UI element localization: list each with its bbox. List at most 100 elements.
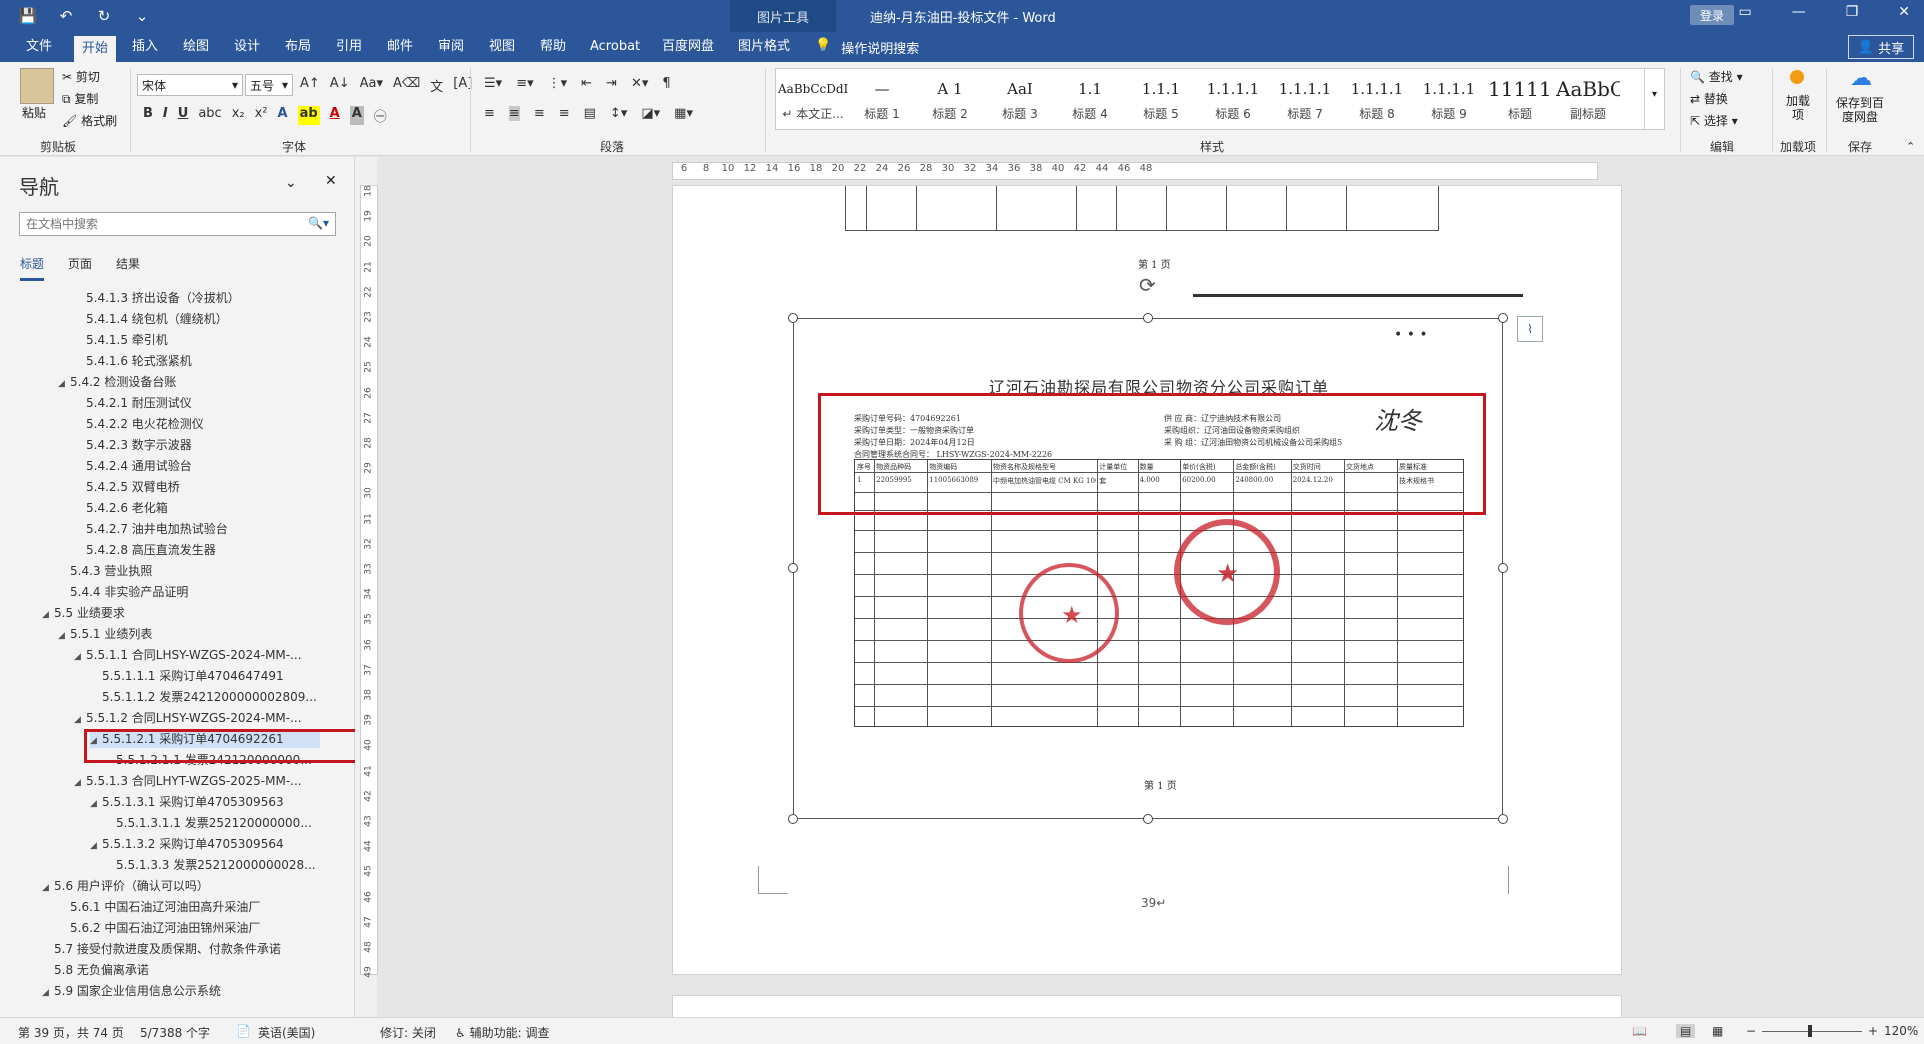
- nav-heading-item[interactable]: ◢ 5.5.1.1 合同LHSY-WZGS-2024-MM-...: [74, 646, 302, 664]
- nav-heading-item[interactable]: 5.8 无负偏离承诺: [42, 961, 149, 979]
- nav-heading-item[interactable]: 5.4.2.1 耐压测试仪: [74, 394, 192, 412]
- nav-heading-item[interactable]: 5.7 接受付款进度及质保期、付款条件承诺: [42, 940, 281, 958]
- expand-triangle-icon[interactable]: ◢: [58, 375, 70, 393]
- decrease-indent-icon[interactable]: ⇤: [581, 76, 592, 91]
- resize-handle[interactable]: [1143, 313, 1153, 323]
- doc-scrollbar[interactable]: [1896, 164, 1916, 1014]
- addins-icon[interactable]: [1790, 70, 1804, 84]
- nav-heading-item[interactable]: ◢ 5.9 国家企业信用信息公示系统: [42, 982, 221, 1000]
- share-button[interactable]: 👤 共享: [1848, 35, 1914, 59]
- track-changes-status[interactable]: 修订: 关闭: [380, 1024, 436, 1041]
- tab-review[interactable]: 审阅: [430, 38, 472, 62]
- search-icon[interactable]: 🔍▾: [308, 216, 329, 230]
- nav-options-icon[interactable]: ⌄: [285, 175, 297, 191]
- language[interactable]: 英语(美国): [258, 1024, 315, 1041]
- style-heading-4[interactable]: 1.1 标题 4: [1058, 73, 1122, 127]
- nav-heading-item[interactable]: 5.5.1.1.1 采购订单4704647491: [90, 667, 284, 685]
- tab-file[interactable]: 文件: [18, 38, 60, 62]
- nav-heading-item[interactable]: 5.4.2.6 老化箱: [74, 499, 168, 517]
- style-heading-2[interactable]: A 1 标题 2: [918, 73, 982, 127]
- save-icon[interactable]: 💾: [18, 6, 38, 26]
- zoom-out-icon[interactable]: −: [1746, 1024, 1756, 1038]
- tab-mailings[interactable]: 邮件: [379, 38, 421, 62]
- nav-heading-item[interactable]: 5.4.2.7 油井电加热试验台: [74, 520, 228, 538]
- minimize-icon[interactable]: —: [1792, 4, 1806, 20]
- style-heading-3[interactable]: AaI 标题 3: [988, 73, 1052, 127]
- expand-triangle-icon[interactable]: ◢: [74, 711, 86, 729]
- font-color-icon[interactable]: A: [330, 106, 340, 125]
- tab-help[interactable]: 帮助: [532, 38, 574, 62]
- nav-tab-results[interactable]: 结果: [116, 255, 140, 281]
- nav-heading-item[interactable]: 5.4.1.4 绕包机（缠绕机）: [74, 310, 228, 328]
- expand-triangle-icon[interactable]: ◢: [42, 606, 54, 624]
- nav-heading-item[interactable]: 5.4.1.5 牵引机: [74, 331, 168, 349]
- restore-icon[interactable]: ❐: [1846, 4, 1859, 20]
- expand-triangle-icon[interactable]: ◢: [42, 984, 54, 1002]
- nav-tab-headings[interactable]: 标题: [20, 255, 45, 281]
- nav-search-input[interactable]: [19, 212, 336, 236]
- nav-heading-item[interactable]: 5.4.1.3 挤出设备（冷拔机）: [74, 289, 240, 307]
- zoom-slider-thumb[interactable]: [1808, 1025, 1812, 1037]
- bullets-icon[interactable]: ☰▾: [484, 76, 502, 91]
- read-mode-icon[interactable]: 📖: [1632, 1024, 1647, 1038]
- style-heading-8[interactable]: 1.1.1.1 标题 8: [1344, 73, 1410, 127]
- tab-view[interactable]: 视图: [481, 38, 523, 62]
- format-painter-button[interactable]: 🖌 格式刷: [62, 112, 117, 129]
- tab-picture-format[interactable]: 图片格式: [730, 38, 798, 62]
- nav-heading-item[interactable]: ◢ 5.5.1.3.2 采购订单4705309564: [90, 835, 284, 853]
- addins-button[interactable]: 加载项: [1786, 94, 1810, 122]
- tab-design[interactable]: 设计: [226, 38, 268, 62]
- expand-triangle-icon[interactable]: ◢: [58, 627, 70, 645]
- tab-insert[interactable]: 插入: [124, 38, 166, 62]
- save-baidu-button[interactable]: 保存到百度网盘: [1836, 96, 1884, 124]
- document-page[interactable]: 第 1 页 ⟳ 辽河石油勘探局有限公司物资分公司采购订单 采购订单号码：4704…: [672, 185, 1622, 975]
- nav-heading-item[interactable]: ◢ 5.5.1.2 合同LHSY-WZGS-2024-MM-...: [74, 709, 302, 727]
- expand-triangle-icon[interactable]: ◢: [90, 795, 102, 813]
- shading-icon[interactable]: ◪▾: [641, 106, 660, 121]
- distributed-icon[interactable]: ▤: [584, 106, 596, 121]
- redo-icon[interactable]: ↻: [94, 6, 114, 26]
- increase-indent-icon[interactable]: ⇥: [606, 76, 617, 91]
- nav-heading-item[interactable]: 5.4.1.6 轮式涨紧机: [74, 352, 192, 370]
- close-icon[interactable]: ✕: [1898, 4, 1910, 20]
- resize-handle[interactable]: [1143, 814, 1153, 824]
- nav-heading-item[interactable]: 5.4.2.3 数字示波器: [74, 436, 192, 454]
- style-heading-5[interactable]: 1.1.1 标题 5: [1128, 73, 1194, 127]
- print-layout-icon[interactable]: ▤: [1676, 1024, 1696, 1038]
- resize-handle[interactable]: [1498, 814, 1508, 824]
- justify-icon[interactable]: ≡: [559, 106, 570, 121]
- word-count[interactable]: 5/7388 个字: [140, 1024, 210, 1041]
- nav-heading-item[interactable]: ◢ 5.4.2 检测设备台账: [58, 373, 176, 391]
- find-button[interactable]: 🔍 查找 ▾: [1690, 68, 1743, 85]
- nav-heading-item[interactable]: 5.5.1.1.2 发票2421200000002809...: [90, 688, 317, 706]
- text-effects-icon[interactable]: A: [278, 106, 288, 125]
- shrink-font-icon[interactable]: A↓: [330, 76, 350, 95]
- resize-handle[interactable]: [1498, 563, 1508, 573]
- layout-options-icon[interactable]: ⌇: [1517, 316, 1543, 342]
- nav-heading-item[interactable]: 5.5.1.3.3 发票25212000000028...: [104, 856, 316, 874]
- zoom-in-icon[interactable]: +: [1868, 1024, 1878, 1038]
- collapse-ribbon-icon[interactable]: ⌃: [1906, 140, 1915, 153]
- align-center-icon[interactable]: ≡: [508, 106, 520, 121]
- styles-more-icon[interactable]: ▾: [1644, 69, 1664, 129]
- style-heading-9[interactable]: 1.1.1.1 标题 9: [1416, 73, 1482, 127]
- asian-layout-icon[interactable]: ✕▾: [631, 76, 648, 91]
- tab-draw[interactable]: 绘图: [175, 38, 217, 62]
- enclose-char-icon[interactable]: ㊀: [374, 106, 387, 125]
- cut-button[interactable]: ✂ 剪切: [62, 68, 100, 85]
- paste-icon[interactable]: [20, 68, 54, 104]
- resize-handle[interactable]: [788, 313, 798, 323]
- tab-references[interactable]: 引用: [328, 38, 370, 62]
- rotate-handle-icon[interactable]: ⟳: [1139, 273, 1156, 297]
- align-right-icon[interactable]: ≡: [534, 106, 545, 121]
- font-size-select[interactable]: 五号 ▾: [245, 74, 293, 96]
- web-layout-icon[interactable]: ▦: [1712, 1024, 1723, 1038]
- expand-triangle-icon[interactable]: ◢: [42, 879, 54, 897]
- nav-heading-item[interactable]: 5.6.2 中国石油辽河油田锦州采油厂: [58, 919, 260, 937]
- char-shading-icon[interactable]: A: [349, 106, 364, 125]
- nav-heading-item[interactable]: ◢ 5.5.1.3 合同LHYT-WZGS-2025-MM-...: [74, 772, 302, 790]
- borders-icon[interactable]: ▦▾: [674, 106, 693, 121]
- nav-heading-item[interactable]: 5.4.2.5 双臂电桥: [74, 478, 180, 496]
- expand-triangle-icon[interactable]: ◢: [74, 774, 86, 792]
- nav-heading-item[interactable]: 5.6.1 中国石油辽河油田高升采油厂: [58, 898, 260, 916]
